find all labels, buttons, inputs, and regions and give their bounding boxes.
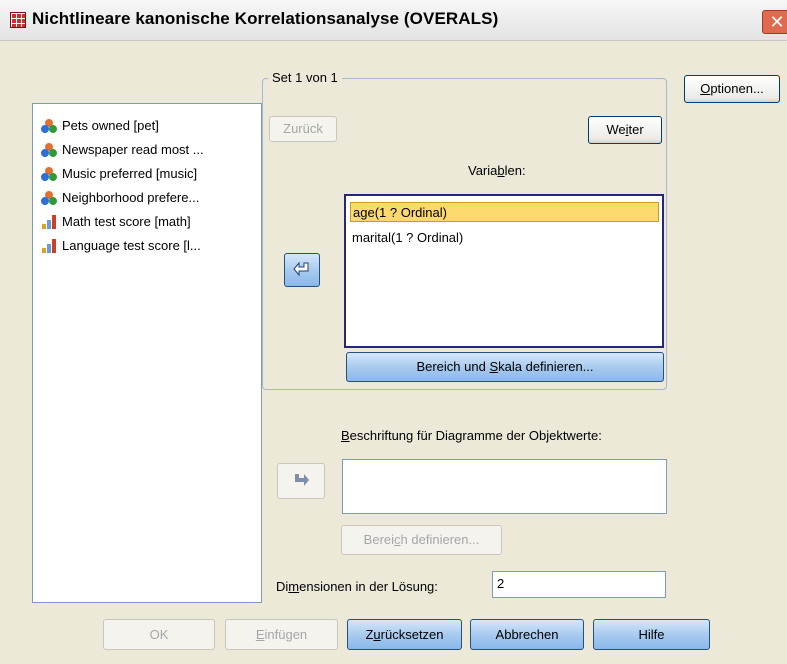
source-variable-label: Music preferred [music]	[62, 166, 198, 181]
back-button[interactable]: Zurück	[269, 116, 337, 142]
nominal-icon	[41, 191, 57, 205]
nominal-icon	[41, 119, 57, 133]
close-button[interactable]: ✕	[762, 10, 787, 34]
cancel-button[interactable]: Abbrechen	[470, 619, 584, 650]
help-button[interactable]: Hilfe	[593, 619, 710, 650]
source-variable-item[interactable]: Language test score [l...	[33, 234, 261, 258]
move-to-labels-button[interactable]	[277, 463, 325, 499]
source-variable-item[interactable]: Pets owned [pet]	[33, 114, 261, 138]
define-range-button[interactable]: Bereich definieren...	[341, 525, 502, 555]
move-to-set-button[interactable]	[284, 253, 320, 287]
options-button-label: ptionen...	[710, 81, 764, 96]
source-variable-item[interactable]: Neighborhood prefere...	[33, 186, 261, 210]
dimensions-label: Dimensionen in der Lösung:	[276, 579, 438, 594]
source-variable-item[interactable]: Music preferred [music]	[33, 162, 261, 186]
reset-button[interactable]: Zurücksetzen	[347, 619, 462, 650]
source-variable-label: Newspaper read most ...	[62, 142, 204, 157]
source-variable-item[interactable]: Newspaper read most ...	[33, 138, 261, 162]
paste-button[interactable]: Einfügen	[225, 619, 338, 650]
selected-variables-list[interactable]: age(1 ? Ordinal) marital(1 ? Ordinal)	[344, 194, 664, 348]
source-variable-item[interactable]: Math test score [math]	[33, 210, 261, 234]
source-variable-list[interactable]: Pets owned [pet] Newspaper read most ... M…	[32, 103, 262, 603]
source-variable-label: Neighborhood prefere...	[62, 190, 200, 205]
nominal-icon	[41, 143, 57, 157]
selected-variable-item[interactable]: age(1 ? Ordinal)	[350, 202, 659, 222]
arrow-right-icon	[295, 474, 309, 486]
source-variable-label: Math test score [math]	[62, 214, 191, 229]
scale-icon	[42, 215, 56, 229]
define-range-scale-button[interactable]: Bereich und Skala definieren...	[346, 352, 664, 382]
title-bar[interactable]: Nichtlineare kanonische Korrelationsanal…	[0, 0, 787, 41]
source-variable-label: Pets owned [pet]	[62, 118, 159, 133]
dialog-window: Nichtlineare kanonische Korrelationsanal…	[0, 0, 787, 664]
data-grid-icon	[10, 12, 26, 28]
object-labels-list[interactable]	[342, 459, 667, 514]
options-button[interactable]: Optionen...	[684, 75, 780, 103]
source-variable-label: Language test score [l...	[62, 238, 201, 253]
ok-button[interactable]: OK	[103, 619, 215, 650]
dimensions-input[interactable]: 2	[492, 571, 666, 598]
variables-label: Variablen:	[468, 163, 526, 178]
selected-variable-item[interactable]: marital(1 ? Ordinal)	[350, 228, 659, 248]
arrow-left-icon	[293, 261, 309, 277]
scale-icon	[42, 239, 56, 253]
set-group-label: Set 1 von 1	[268, 70, 342, 85]
object-labels-label: Beschriftung für Diagramme der Objektwer…	[341, 428, 602, 443]
window-title: Nichtlineare kanonische Korrelationsanal…	[32, 9, 499, 28]
nominal-icon	[41, 167, 57, 181]
next-button[interactable]: Weiter	[588, 116, 662, 144]
